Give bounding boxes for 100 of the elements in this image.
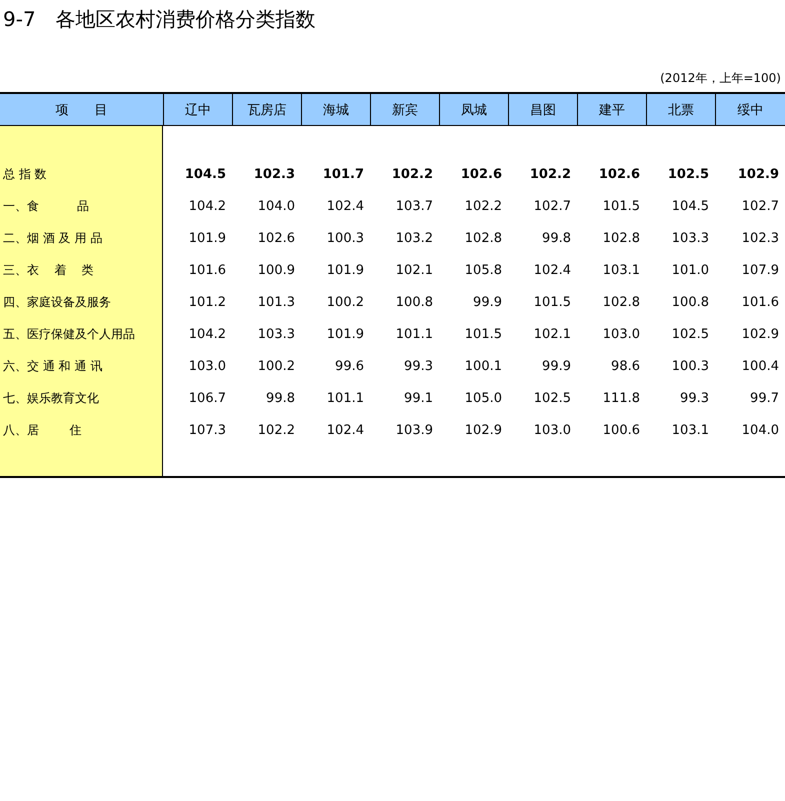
table-cell: 104.2 <box>188 326 226 342</box>
table-cell: 99.3 <box>680 390 709 406</box>
row-label: 二、烟 酒 及 用 品 <box>3 230 102 246</box>
unit-note: (2012年，上年=100) <box>660 70 781 87</box>
row-label: 三、衣 着 类 <box>3 262 94 278</box>
table-cell: 100.1 <box>464 358 502 374</box>
column-header: 建平 <box>577 94 646 125</box>
table-cell: 100.3 <box>672 358 709 374</box>
table-cell: 104.5 <box>672 198 709 214</box>
row-label: 六、交 通 和 通 讯 <box>3 358 102 374</box>
table-cell: 100.3 <box>326 230 364 246</box>
table-cell: 104.2 <box>188 198 226 214</box>
table-cell: 104.0 <box>742 422 779 438</box>
table-cell: 101.5 <box>464 326 502 342</box>
row-label: 七、娱乐教育文化 <box>3 390 99 406</box>
table-cell: 103.9 <box>396 422 433 438</box>
table-cell: 99.3 <box>404 358 433 374</box>
table-cell: 102.3 <box>254 166 295 182</box>
table-cell: 102.7 <box>742 198 779 214</box>
row-label: 总 指 数 <box>3 166 47 182</box>
table-cell: 102.1 <box>396 262 433 278</box>
column-header: 瓦房店 <box>232 94 301 125</box>
table-cell: 102.2 <box>530 166 571 182</box>
table-cell: 102.5 <box>672 326 709 342</box>
table-cell: 100.9 <box>258 262 295 278</box>
table-cell: 99.1 <box>404 390 433 406</box>
table-cell: 101.5 <box>602 198 640 214</box>
table-cell: 99.6 <box>335 358 364 374</box>
column-header: 辽中 <box>163 94 232 125</box>
column-header: 项 目 <box>54 102 108 120</box>
table-cell: 102.7 <box>534 198 571 214</box>
table-cell: 101.9 <box>188 230 226 246</box>
table-cell: 102.5 <box>668 166 709 182</box>
table-cell: 102.8 <box>602 230 640 246</box>
table-cell: 102.9 <box>464 422 502 438</box>
table-cell: 101.3 <box>258 294 295 310</box>
table-cell: 102.8 <box>464 230 502 246</box>
table-cell: 102.8 <box>602 294 640 310</box>
table-cell: 106.7 <box>188 390 226 406</box>
row-label: 一、食 品 <box>3 198 90 214</box>
table-cell: 105.0 <box>464 390 502 406</box>
table-cell: 100.8 <box>672 294 709 310</box>
row-label: 八、居 住 <box>3 422 82 438</box>
table-cell: 107.9 <box>742 262 779 278</box>
table-cell: 104.5 <box>184 166 226 182</box>
table-cell: 104.0 <box>258 198 295 214</box>
table-cell: 102.6 <box>598 166 640 182</box>
table-cell: 99.9 <box>542 358 571 374</box>
table-cell: 102.1 <box>534 326 571 342</box>
table-cell: 101.2 <box>188 294 226 310</box>
table-cell: 101.9 <box>326 262 364 278</box>
table-cell: 101.9 <box>326 326 364 342</box>
column-header: 新宾 <box>370 94 439 125</box>
table-cell: 102.4 <box>534 262 571 278</box>
table-cell: 100.2 <box>258 358 295 374</box>
table-cell: 100.4 <box>742 358 779 374</box>
column-header: 凤城 <box>439 94 508 125</box>
table-cell: 98.6 <box>611 358 640 374</box>
table-cell: 102.6 <box>460 166 502 182</box>
table-cell: 107.3 <box>188 422 226 438</box>
row-label: 四、家庭设备及服务 <box>3 294 111 310</box>
table-cell: 99.8 <box>542 230 571 246</box>
table-cell: 103.7 <box>396 198 433 214</box>
table-cell: 100.2 <box>326 294 364 310</box>
table-cell: 111.8 <box>602 390 640 406</box>
table-cell: 102.2 <box>392 166 433 182</box>
table-cell: 99.9 <box>473 294 502 310</box>
table-cell: 101.7 <box>322 166 364 182</box>
table-cell: 102.4 <box>326 422 364 438</box>
column-header: 昌图 <box>508 94 577 125</box>
table-cell: 101.5 <box>534 294 571 310</box>
table-cell: 101.1 <box>396 326 433 342</box>
table-cell: 102.2 <box>258 422 295 438</box>
table-cell: 102.5 <box>534 390 571 406</box>
column-header: 绥中 <box>715 94 785 125</box>
table-cell: 100.6 <box>602 422 640 438</box>
table-cell: 101.1 <box>326 390 364 406</box>
table-cell: 101.6 <box>742 294 779 310</box>
table-cell: 103.3 <box>672 230 709 246</box>
table-cell: 100.8 <box>396 294 433 310</box>
table-cell: 99.7 <box>750 390 779 406</box>
table-cell: 102.2 <box>464 198 502 214</box>
table-cell: 103.3 <box>258 326 295 342</box>
table-cell: 102.9 <box>742 326 779 342</box>
table-cell: 103.1 <box>602 262 640 278</box>
table-cell: 105.8 <box>464 262 502 278</box>
table-title: 9-7 各地区农村消费价格分类指数 <box>2 6 317 33</box>
table-cell: 102.9 <box>738 166 779 182</box>
row-label: 五、医疗保健及个人用品 <box>3 326 135 342</box>
table-cell: 102.3 <box>742 230 779 246</box>
table-cell: 103.0 <box>602 326 640 342</box>
table-cell: 103.0 <box>188 358 226 374</box>
table-cell: 101.0 <box>672 262 709 278</box>
column-header: 海城 <box>301 94 370 125</box>
table-cell: 103.0 <box>534 422 571 438</box>
table-cell: 103.2 <box>396 230 433 246</box>
table-cell: 102.4 <box>326 198 364 214</box>
table-cell: 99.8 <box>266 390 295 406</box>
column-header: 北票 <box>646 94 715 125</box>
table-cell: 102.6 <box>258 230 295 246</box>
